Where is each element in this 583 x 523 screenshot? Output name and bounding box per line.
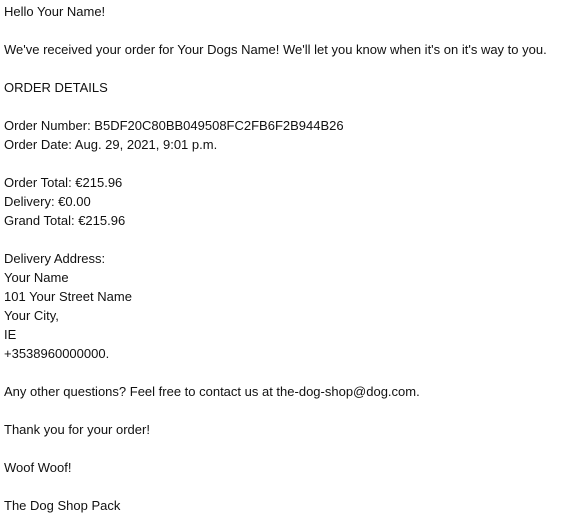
signature: The Dog Shop Pack — [4, 498, 121, 513]
intro-text: We've received your order for Your Dogs … — [4, 42, 547, 57]
contact-text: Any other questions? Feel free to contac… — [4, 384, 420, 399]
order-total: Order Total: €215.96 — [4, 175, 123, 190]
order-date: Order Date: Aug. 29, 2021, 9:01 p.m. — [4, 137, 218, 152]
address-street: 101 Your Street Name — [4, 289, 132, 304]
delivery-address-heading: Delivery Address: — [4, 251, 106, 266]
order-number: Order Number: B5DF20C80BB049508FC2FB6F2B… — [4, 118, 344, 133]
address-city: Your City, — [4, 308, 59, 323]
thank-you-text: Thank you for your order! — [4, 422, 150, 437]
delivery-cost: Delivery: €0.00 — [4, 194, 91, 209]
grand-total: Grand Total: €215.96 — [4, 213, 126, 228]
greeting: Hello Your Name! — [4, 4, 106, 19]
woof-text: Woof Woof! — [4, 460, 72, 475]
order-details-heading: ORDER DETAILS — [4, 80, 108, 95]
address-phone: +3538960000000. — [4, 346, 110, 361]
address-name: Your Name — [4, 270, 69, 285]
address-country: IE — [4, 327, 17, 342]
order-confirmation-email: Hello Your Name! We've received your ord… — [0, 0, 583, 515]
